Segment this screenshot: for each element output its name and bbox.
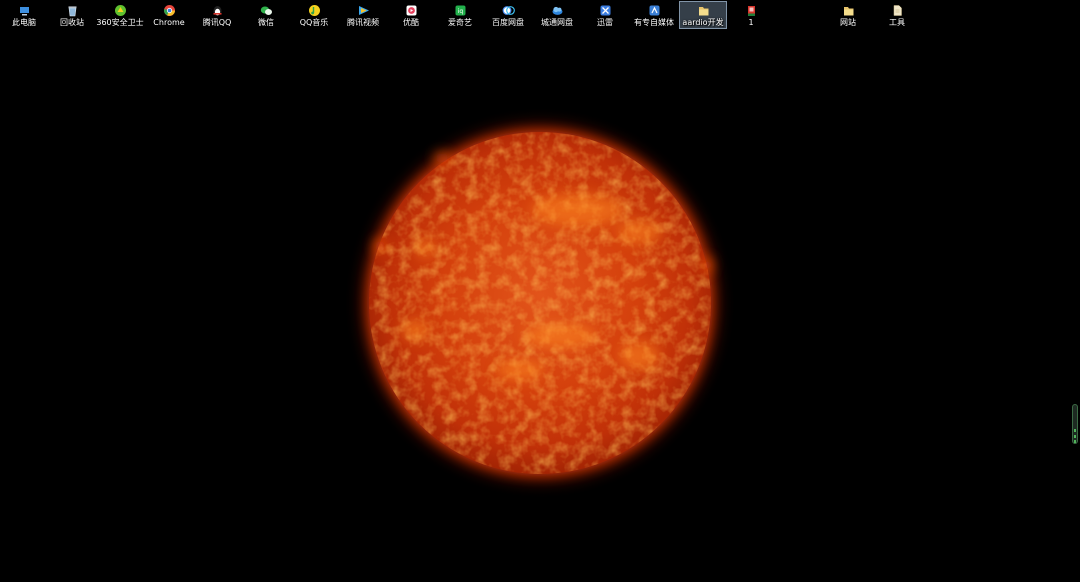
desktop-icon-label: QQ音乐 [299,18,329,27]
recycle-bin-icon [66,4,79,17]
desktop-icon-label: 回收站 [60,18,84,27]
desktop-icon-label: 工具 [889,18,905,27]
desktop-icon[interactable]: 回收站 [48,1,96,29]
handle-pip [1074,440,1076,443]
desktop[interactable]: 此电脑 回收站 360安全卫士 Chrome 腾讯QQ 微信 QQ音乐 腾讯视频 优酷 iq 爱奇艺… [0,0,1080,582]
desktop-icon[interactable]: 工具 [873,1,921,29]
qq-music-icon [308,4,321,17]
document-icon [891,4,904,17]
desktop-icon-label: 此电脑 [12,18,36,27]
handle-pip [1074,429,1076,432]
desktop-icon-label: 腾讯QQ [202,18,232,27]
desktop-icon[interactable]: 网站 [824,1,872,29]
desktop-icon-label: 360安全卫士 [96,18,144,27]
handle-pip [1074,435,1076,438]
desktop-icon[interactable]: 优酷 [387,1,435,29]
desktop-icon[interactable]: 360安全卫士 [96,1,144,29]
desktop-icon-label: 百度网盘 [492,18,524,27]
desktop-icon[interactable]: 1 [727,1,775,29]
desktop-icon-label: 网站 [840,18,856,27]
desktop-icon[interactable]: 腾讯视频 [339,1,387,29]
chrome-icon [163,4,176,17]
qq-penguin-icon [211,4,224,17]
side-scroll-handle[interactable] [1072,404,1078,444]
desktop-icon[interactable]: 有专自媒体 [630,1,678,29]
desktop-icon[interactable]: 迅雷 [581,1,629,29]
svg-text:iq: iq [457,8,463,15]
desktop-icon[interactable]: 百度网盘 [484,1,532,29]
desktop-icon-label: 爱奇艺 [448,18,472,27]
thunder-icon [599,4,612,17]
desktop-icon-label: 1 [748,18,754,27]
computer-icon [18,4,31,17]
desktop-icon-label: 微信 [258,18,274,27]
wechat-icon [260,4,273,17]
media-tool-icon [648,4,661,17]
desktop-icon-label: Chrome [153,18,185,27]
shortcut-1-icon [745,4,758,17]
desktop-icon-label: 迅雷 [597,18,613,27]
desktop-icon[interactable]: iq 爱奇艺 [436,1,484,29]
folder-icon [842,4,855,17]
iqiyi-icon: iq [454,4,467,17]
desktop-icon[interactable]: 腾讯QQ [193,1,241,29]
desktop-icon[interactable]: 微信 [242,1,290,29]
youku-icon [405,4,418,17]
desktop-icon-label: 有专自媒体 [634,18,674,27]
desktop-icon-label: aardio开发 [682,18,724,27]
desktop-icon[interactable]: aardio开发 [679,1,727,29]
sun-wallpaper [0,0,1080,582]
tencent-video-icon [357,4,370,17]
baidu-netdisk-icon [502,4,515,17]
desktop-icon[interactable]: 此电脑 [0,1,48,29]
desktop-icon[interactable]: 城通网盘 [533,1,581,29]
folder-icon [697,4,710,17]
desktop-icon-label: 优酷 [403,18,419,27]
desktop-icon[interactable]: Chrome [145,1,193,29]
ctfile-cloud-icon [551,4,564,17]
shield-360-icon [114,4,127,17]
desktop-icon-label: 腾讯视频 [347,18,379,27]
desktop-icon-label: 城通网盘 [541,18,573,27]
desktop-icon[interactable]: QQ音乐 [290,1,338,29]
